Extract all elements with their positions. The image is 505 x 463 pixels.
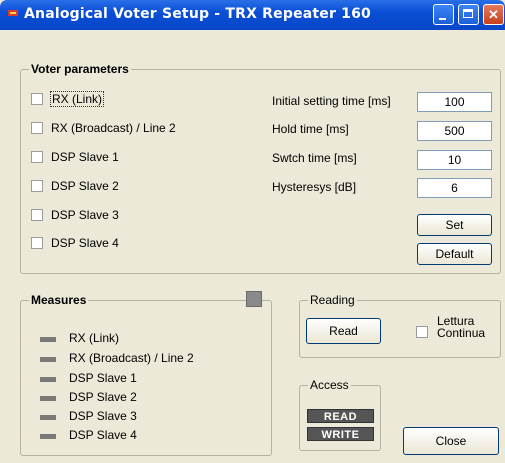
led-rx-broadcast [40, 357, 56, 362]
close-icon: ✕ [488, 7, 499, 22]
voter-parameters-group: Voter parameters RX (Link) RX (Broadcast… [20, 62, 501, 274]
measure-label: DSP Slave 3 [69, 409, 137, 423]
lettura-continua-checkbox[interactable] [416, 326, 428, 338]
led-dsp-slave-1 [40, 377, 56, 382]
initial-setting-time-field[interactable] [417, 92, 492, 112]
measures-group: Measures RX (Link) RX (Broadcast) / Line… [20, 291, 272, 456]
switch-time-label: Swtch time [ms] [272, 151, 357, 165]
measures-legend: Measures [29, 293, 89, 307]
window-title: Analogical Voter Setup - TRX Repeater 16… [24, 6, 372, 22]
channel-checkbox[interactable] [31, 122, 43, 134]
channel-label: DSP Slave 1 [51, 150, 119, 164]
channel-checkbox[interactable] [31, 151, 43, 163]
led-dsp-slave-4 [40, 434, 56, 439]
measure-label: DSP Slave 1 [69, 371, 137, 385]
maximize-icon [463, 9, 473, 18]
read-access-badge: READ [307, 409, 374, 423]
channel-checkbox[interactable] [31, 93, 43, 105]
channel-checkbox[interactable] [31, 237, 43, 249]
reading-group: Reading Read Lettura Continua [299, 293, 501, 358]
channel-checkbox[interactable] [31, 180, 43, 192]
channel-label: DSP Slave 4 [51, 236, 119, 250]
read-button[interactable]: Read [306, 318, 381, 344]
measure-label: DSP Slave 2 [69, 390, 137, 404]
reading-legend: Reading [308, 293, 357, 307]
minimize-button[interactable] [433, 4, 454, 25]
app-icon [8, 10, 18, 16]
access-legend: Access [308, 378, 351, 392]
channel-label: RX (Broadcast) / Line 2 [51, 121, 176, 135]
close-button[interactable]: Close [403, 427, 499, 455]
switch-time-field[interactable] [417, 150, 492, 170]
default-button[interactable]: Default [417, 243, 492, 265]
access-group: Access READ WRITE [299, 378, 381, 451]
measure-label: RX (Link) [69, 331, 120, 345]
close-window-button[interactable]: ✕ [483, 4, 504, 25]
title-bar[interactable]: Analogical Voter Setup - TRX Repeater 16… [0, 0, 505, 30]
led-dsp-slave-2 [40, 396, 56, 401]
set-button[interactable]: Set [417, 214, 492, 236]
initial-setting-time-label: Initial setting time [ms] [272, 94, 391, 108]
minimize-icon [439, 18, 446, 20]
channel-label: RX (Link) [50, 91, 105, 107]
channel-label: DSP Slave 2 [51, 179, 119, 193]
measures-status-indicator [246, 291, 262, 307]
write-access-badge: WRITE [307, 427, 374, 441]
maximize-button[interactable] [458, 4, 479, 25]
hysteresys-label: Hysteresys [dB] [272, 180, 357, 194]
led-rx-link [40, 337, 56, 342]
measure-label: DSP Slave 4 [69, 428, 137, 442]
lettura-continua-label: Lettura Continua [437, 315, 485, 339]
continua-label: Continua [437, 326, 486, 340]
hold-time-label: Hold time [ms] [272, 122, 349, 136]
channel-checkbox[interactable] [31, 209, 43, 221]
measure-label: RX (Broadcast) / Line 2 [69, 351, 194, 365]
hold-time-field[interactable] [417, 121, 492, 141]
channel-label: DSP Slave 3 [51, 208, 119, 222]
voter-parameters-legend: Voter parameters [29, 62, 131, 76]
hysteresys-field[interactable] [417, 178, 492, 198]
led-dsp-slave-3 [40, 415, 56, 420]
